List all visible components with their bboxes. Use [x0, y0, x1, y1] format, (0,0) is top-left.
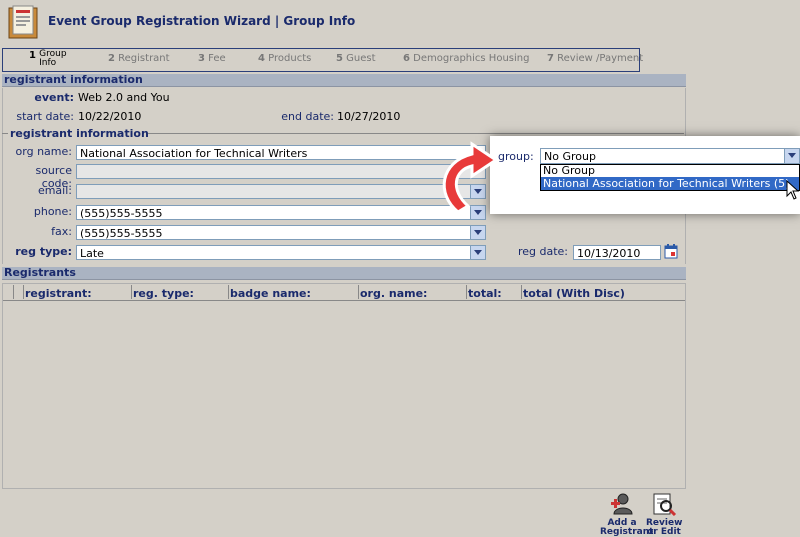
reg-date-label: reg date:: [517, 245, 568, 258]
group-option-no-group[interactable]: No Group: [541, 165, 799, 177]
email-select[interactable]: [76, 184, 486, 199]
page-title: Event Group Registration Wizard | Group …: [48, 14, 356, 28]
col-reg-type[interactable]: reg. type:: [133, 287, 194, 300]
step-guest[interactable]: 5 Guest: [336, 53, 376, 64]
calendar-icon[interactable]: [664, 244, 678, 259]
add-person-icon: [611, 493, 633, 515]
phone-select[interactable]: (555)555-5555: [76, 205, 486, 220]
event-value: Web 2.0 and You: [78, 91, 170, 104]
step-fee[interactable]: 3 Fee: [198, 53, 226, 64]
reg-type-label: reg type:: [15, 245, 72, 258]
chevron-down-icon[interactable]: [470, 226, 485, 239]
col-badge-name[interactable]: badge name:: [230, 287, 311, 300]
col-total[interactable]: total:: [468, 287, 502, 300]
col-total-with-disc[interactable]: total (With Disc): [523, 287, 625, 300]
col-registrant[interactable]: registrant:: [25, 287, 92, 300]
add-registrant-button[interactable]: Add a Registrant: [600, 492, 653, 537]
step-demographics-housing[interactable]: 6 Demographics Housing: [403, 53, 529, 64]
registrants-grid: registrant: reg. type: badge name: org. …: [2, 283, 686, 489]
reg-type-select[interactable]: Late: [76, 245, 486, 260]
email-label: email:: [37, 184, 72, 197]
review-edit-button[interactable]: Review or Edit: [646, 492, 682, 537]
step-review-payment[interactable]: 7 Review /Payment: [547, 53, 643, 64]
step-group-info[interactable]: 1 Group Info: [29, 50, 73, 68]
col-org-name[interactable]: org. name:: [360, 287, 427, 300]
event-label: event:: [34, 91, 74, 104]
chevron-down-icon[interactable]: [784, 149, 799, 163]
source-code-input[interactable]: [76, 164, 486, 179]
wizard-logo-icon: [6, 4, 40, 40]
group-dropdown-list: No Group National Association for Techni…: [540, 164, 800, 191]
end-date-label: end date:: [281, 110, 334, 123]
fax-label: fax:: [51, 225, 72, 238]
fieldset-line-right: [148, 133, 684, 134]
group-popup: group: No Group No Group National Associ…: [490, 136, 800, 214]
step-registrant[interactable]: 2 Registrant: [108, 53, 170, 64]
reg-date-input[interactable]: 10/13/2010: [573, 245, 661, 260]
fax-select[interactable]: (555)555-5555: [76, 225, 486, 240]
wizard-steps-bar: 1 Group Info 2 Registrant 3 Fee 4 Produc…: [2, 48, 643, 72]
group-option-natw[interactable]: National Association for Technical Write…: [541, 177, 799, 190]
curved-arrow-icon: [428, 134, 500, 219]
phone-label: phone:: [33, 205, 72, 218]
section-header-event: registrant information: [2, 74, 686, 87]
section-header-registrants: Registrants: [2, 267, 686, 280]
registrant-legend: registrant information: [10, 127, 149, 140]
mouse-cursor-icon: [786, 179, 800, 203]
fieldset-line-left: [2, 133, 8, 134]
start-date-label: start date:: [16, 110, 74, 123]
group-select[interactable]: No Group: [540, 148, 800, 164]
chevron-down-icon[interactable]: [470, 246, 485, 259]
org-name-input[interactable]: National Association for Technical Write…: [76, 145, 486, 160]
group-label: group:: [498, 150, 534, 163]
review-magnifier-icon: [653, 493, 677, 517]
step-products[interactable]: 4 Products: [258, 53, 311, 64]
end-date-value: 10/27/2010: [337, 110, 401, 123]
org-name-label: org name:: [15, 145, 72, 158]
start-date-value: 10/22/2010: [78, 110, 142, 123]
